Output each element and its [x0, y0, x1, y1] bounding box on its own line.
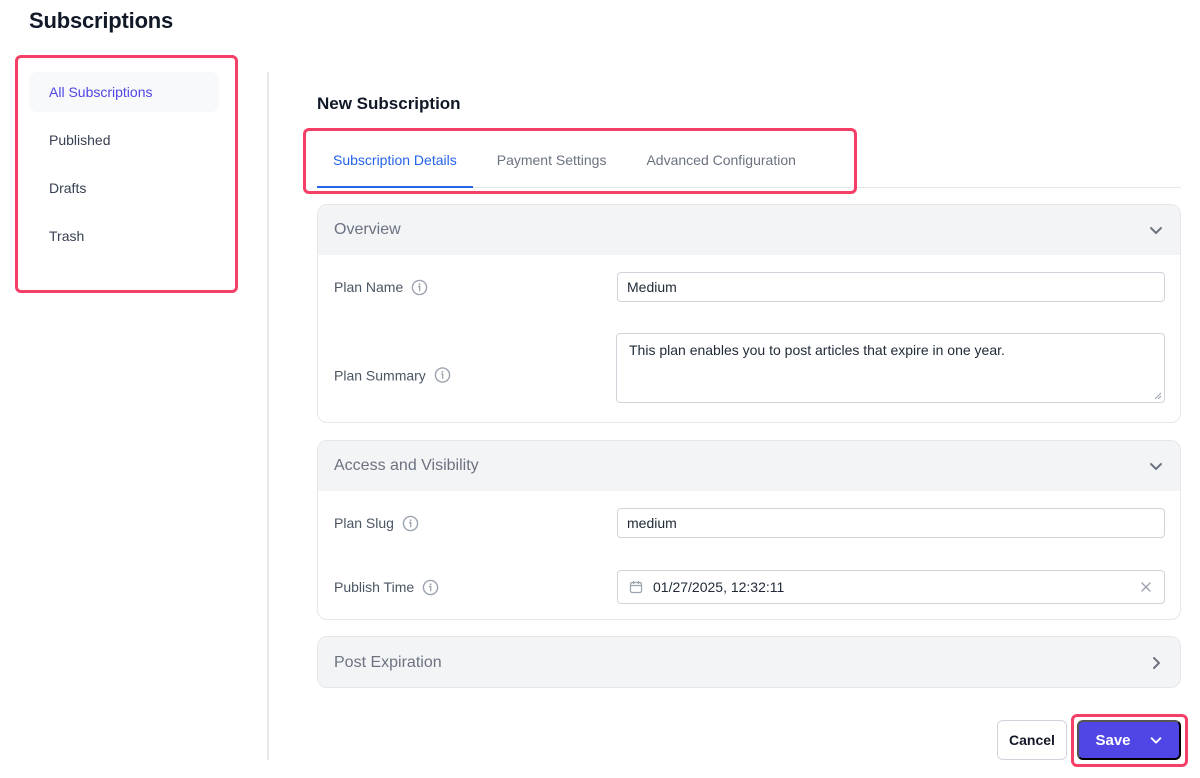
overview-panel: Overview Plan Name Medium Plan Summary T… [317, 204, 1181, 423]
chevron-right-icon [1153, 657, 1160, 669]
plan-name-label: Plan Name [334, 279, 404, 295]
plan-summary-label-wrap: Plan Summary [334, 367, 451, 384]
info-icon[interactable] [422, 579, 439, 596]
sidebar-item-drafts[interactable]: Drafts [29, 168, 219, 208]
plan-summary-label: Plan Summary [334, 367, 426, 383]
tabs-highlight-box [303, 128, 857, 194]
expiration-panel-title: Post Expiration [334, 654, 442, 671]
plan-name-label-wrap: Plan Name [334, 279, 428, 296]
expiration-panel-header[interactable]: Post Expiration [318, 637, 1180, 687]
overview-panel-title: Overview [334, 221, 401, 238]
plan-slug-row: Plan Slug medium [318, 491, 1180, 555]
post-expiration-panel: Post Expiration [317, 636, 1181, 688]
chevron-down-icon [1150, 463, 1162, 470]
overview-panel-header[interactable]: Overview [318, 205, 1180, 255]
publish-time-label: Publish Time [334, 579, 415, 595]
save-button[interactable]: Save [1077, 720, 1181, 760]
clear-icon[interactable] [1140, 581, 1152, 593]
publish-time-label-wrap: Publish Time [334, 579, 439, 596]
info-icon[interactable] [434, 367, 451, 384]
publish-time-picker[interactable]: 01/27/2025, 12:32:11 [617, 570, 1165, 604]
plan-summary-textarea[interactable]: This plan enables you to post articles t… [616, 333, 1165, 403]
plan-summary-text: This plan enables you to post articles t… [629, 342, 1005, 358]
resize-handle-icon[interactable] [1154, 392, 1162, 400]
vertical-divider [267, 72, 269, 760]
plan-slug-input[interactable]: medium [617, 508, 1165, 538]
access-visibility-panel: Access and Visibility Plan Slug medium P… [317, 440, 1181, 620]
plan-name-input[interactable]: Medium [617, 272, 1165, 302]
plan-summary-row: Plan Summary This plan enables you to po… [318, 319, 1180, 422]
calendar-icon [629, 581, 643, 594]
plan-slug-label-wrap: Plan Slug [334, 515, 419, 532]
sidebar-item-all-subscriptions[interactable]: All Subscriptions [29, 72, 219, 112]
page-title: Subscriptions [29, 8, 174, 33]
publish-time-row: Publish Time 01/27/2025, 12:32:11 [318, 555, 1180, 619]
section-title: New Subscription [317, 94, 461, 113]
chevron-down-icon[interactable] [1149, 733, 1163, 747]
sidebar-item-published[interactable]: Published [29, 120, 219, 160]
cancel-button[interactable]: Cancel [997, 720, 1067, 760]
access-panel-header[interactable]: Access and Visibility [318, 441, 1180, 491]
access-panel-title: Access and Visibility [334, 457, 479, 474]
publish-time-value: 01/27/2025, 12:32:11 [653, 579, 785, 595]
sidebar-item-trash[interactable]: Trash [29, 216, 219, 256]
plan-name-row: Plan Name Medium [318, 255, 1180, 319]
chevron-down-icon [1150, 227, 1162, 234]
sidebar-nav: All Subscriptions Published Drafts Trash [29, 72, 219, 264]
info-icon[interactable] [402, 515, 419, 532]
plan-slug-label: Plan Slug [334, 515, 394, 531]
info-icon[interactable] [411, 279, 428, 296]
save-button-label: Save [1095, 731, 1131, 749]
